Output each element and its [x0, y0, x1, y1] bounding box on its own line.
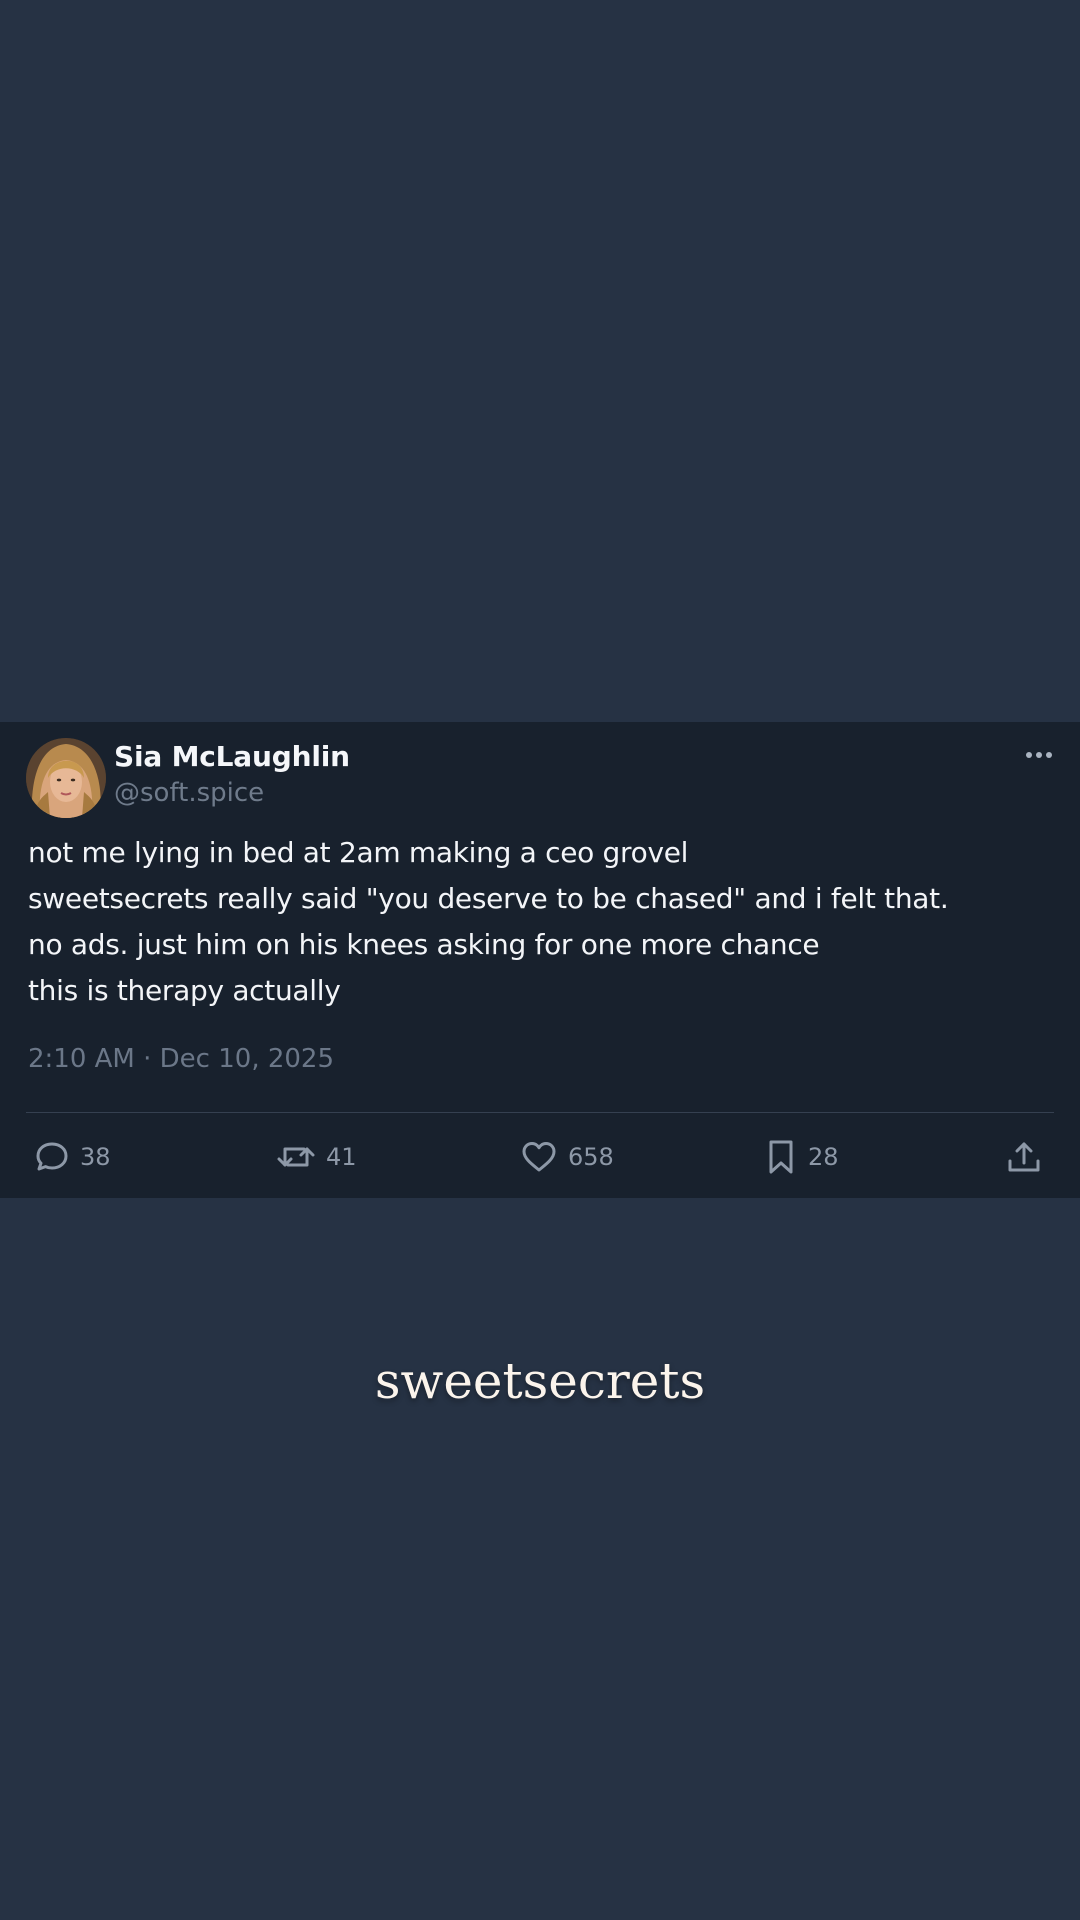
- more-horizontal-icon: [1026, 752, 1052, 758]
- divider: [26, 1112, 1054, 1113]
- like-count: 658: [568, 1143, 614, 1171]
- bookmark-icon: [764, 1138, 798, 1176]
- avatar-photo: [26, 738, 106, 818]
- share-button[interactable]: [1006, 1136, 1042, 1178]
- post-text-line: not me lying in bed at 2am making a ceo …: [28, 836, 689, 869]
- post-card: Sia McLaughlin @soft.spice not me lying …: [0, 722, 1080, 1198]
- comment-bubble-icon: [34, 1139, 70, 1175]
- post-text-line: no ads. just him on his knees asking for…: [28, 928, 820, 961]
- repost-button[interactable]: 41: [276, 1136, 357, 1178]
- author-handle[interactable]: @soft.spice: [114, 778, 264, 808]
- more-options-button[interactable]: [1024, 748, 1054, 762]
- like-button[interactable]: 658: [520, 1136, 614, 1178]
- repost-icon: [276, 1139, 316, 1175]
- post-timestamp[interactable]: 2:10 AM · Dec 10, 2025: [28, 1044, 334, 1074]
- screen: Sia McLaughlin @soft.spice not me lying …: [0, 0, 1080, 1920]
- author-display-name[interactable]: Sia McLaughlin: [114, 740, 350, 773]
- bookmark-count: 28: [808, 1143, 839, 1171]
- repost-count: 41: [326, 1143, 357, 1171]
- heart-icon: [520, 1139, 558, 1175]
- reply-button[interactable]: 38: [34, 1136, 111, 1178]
- brand-logo: sweetsecrets: [374, 1352, 706, 1410]
- post-text: not me lying in bed at 2am making a ceo …: [28, 830, 1058, 1014]
- author-avatar[interactable]: [26, 738, 106, 818]
- post-text-line: sweetsecrets really said "you deserve to…: [28, 882, 949, 915]
- share-upload-icon: [1006, 1139, 1042, 1175]
- bookmark-button[interactable]: 28: [764, 1136, 839, 1178]
- reply-count: 38: [80, 1143, 111, 1171]
- post-text-line: this is therapy actually: [28, 974, 341, 1007]
